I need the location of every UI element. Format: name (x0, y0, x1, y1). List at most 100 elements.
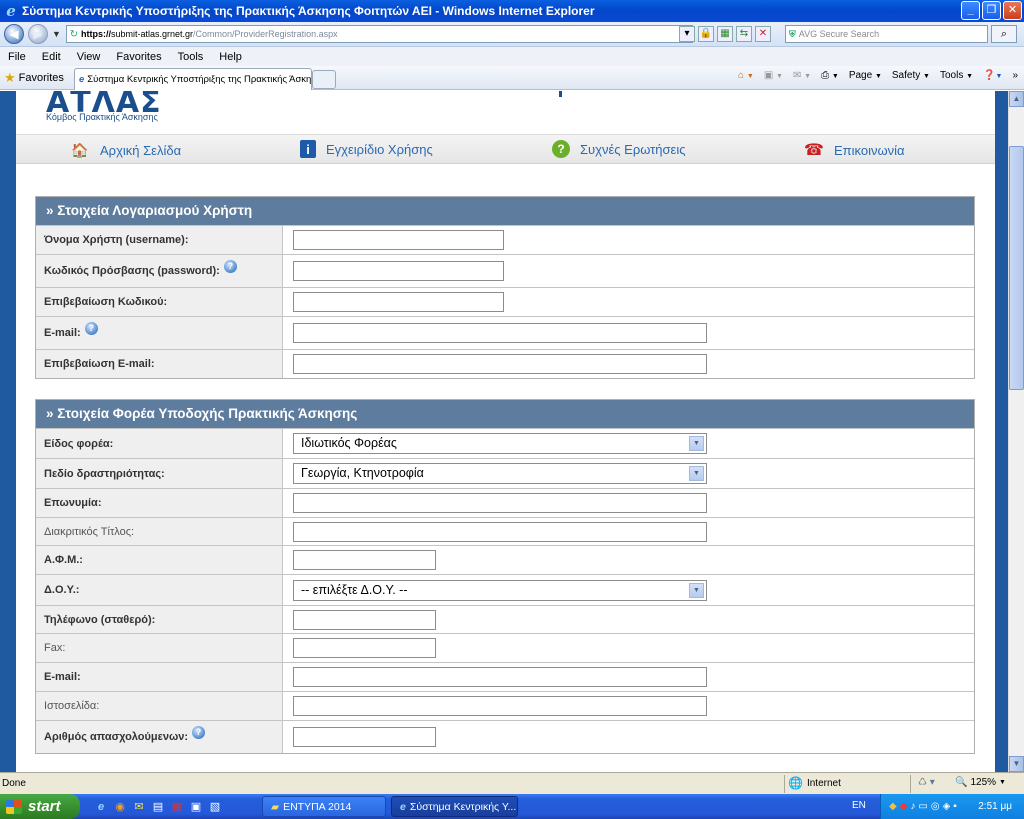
media-icon[interactable]: ▣ (189, 800, 203, 814)
distinctive-title-label: Διακριτικός Τίτλος: (36, 518, 283, 545)
feeds-icon[interactable]: ▣ ▼ (764, 70, 783, 81)
globe-icon: 🌐 (788, 776, 803, 790)
tray-icon-2[interactable]: ◆ (900, 801, 908, 812)
folder-icon: ▰ (271, 800, 280, 813)
browser-tab[interactable]: e Σύστημα Κεντρικής Υποστήριξης της Πρακ… (74, 68, 312, 90)
menu-help[interactable]: Help (219, 51, 242, 63)
phone-input[interactable] (293, 609, 436, 630)
task-folder-label: ΕΝΤΥΠΑ 2014 (283, 800, 352, 813)
clock[interactable]: 2:51 μμ (978, 801, 1012, 812)
network-icon[interactable]: ▭ (918, 801, 927, 812)
zoom-control[interactable]: 🔍 125% ▼ (955, 777, 1006, 788)
start-button[interactable]: start (0, 794, 80, 819)
explorer-icon[interactable]: ▧ (208, 800, 222, 814)
menu-tools[interactable]: Tools (178, 51, 204, 63)
task-folder[interactable]: ▰ ΕΝΤΥΠΑ 2014 (262, 796, 386, 817)
restore-button[interactable]: ❐ (982, 1, 1001, 20)
lock-icon[interactable]: 🔒 (698, 26, 714, 42)
password-help-icon[interactable]: ? (223, 259, 237, 273)
employees-label: Αριθμός απασχολούμενων: (44, 731, 189, 743)
language-indicator[interactable]: EN (852, 800, 866, 811)
tray-icon-4[interactable]: ▪ (953, 801, 957, 812)
doy-label: Δ.Ο.Υ.: (36, 575, 283, 605)
safety-menu[interactable]: Safety ▼ (892, 70, 930, 81)
firefox-icon[interactable]: ◉ (113, 800, 127, 814)
page-menu-label: Page (848, 70, 873, 81)
provider-email-input[interactable] (293, 667, 707, 687)
task-browser[interactable]: e Σύστημα Κεντρικής Υ... (391, 796, 518, 817)
employees-input[interactable] (293, 727, 436, 747)
activity-field-select[interactable]: Γεωργία, Κτηνοτροφία ▼ (293, 463, 707, 484)
refresh-icon[interactable]: ⇆ (736, 26, 752, 42)
url-field[interactable]: ↻ https:// submit-atlas.grnet.gr /Common… (66, 25, 693, 43)
ie-quicklaunch-icon[interactable]: e (94, 800, 108, 814)
username-input[interactable] (293, 230, 504, 250)
security-zone[interactable]: 🌐 Internet (788, 776, 841, 790)
nav-faq-label: Συχνές Ερωτήσεις (580, 141, 686, 157)
protected-mode-icon[interactable]: ♺ ▾ (918, 777, 935, 788)
help-icon[interactable]: ❓▼ (983, 70, 1002, 81)
toolbar-overflow-icon[interactable]: » (1012, 70, 1018, 81)
print-icon[interactable]: ⎙ ▼ (821, 70, 839, 81)
tray-icon-1[interactable]: ◆ (889, 801, 897, 812)
menu-file[interactable]: File (8, 51, 26, 63)
flag-icon[interactable]: ▦ (170, 800, 184, 814)
email-label: E-mail: (44, 327, 81, 339)
nav-manual[interactable]: i Εγχειρίδιο Χρήσης (300, 140, 433, 158)
stop-icon[interactable]: ✕ (755, 26, 771, 42)
menu-favorites[interactable]: Favorites (116, 51, 161, 63)
confirm-email-input[interactable] (293, 354, 707, 374)
favorites-button[interactable]: ★ Favorites (4, 70, 64, 86)
close-button[interactable]: ✕ (1003, 1, 1022, 20)
fax-input[interactable] (293, 638, 436, 658)
scroll-down-button[interactable]: ▼ (1009, 756, 1024, 772)
outlook-icon[interactable]: ✉ (132, 800, 146, 814)
home-cmd-icon[interactable]: ⌂ ▼ (738, 70, 754, 81)
scroll-up-button[interactable]: ▲ (1009, 91, 1024, 107)
scroll-thumb[interactable] (1009, 146, 1024, 390)
faq-icon: ? (552, 140, 570, 158)
email-input[interactable] (293, 323, 707, 343)
history-dropdown-icon[interactable]: ▼ (52, 29, 61, 39)
company-name-input[interactable] (293, 493, 707, 513)
email-help-icon[interactable]: ? (84, 321, 98, 335)
avg-icon: ⛨ (789, 28, 796, 39)
volume-icon[interactable]: ♪ (910, 801, 915, 812)
website-input[interactable] (293, 696, 707, 716)
url-dropdown-icon[interactable]: ▾ (679, 26, 695, 42)
tray-icon-3[interactable]: ◈ (943, 801, 951, 812)
menu-view[interactable]: View (77, 51, 101, 63)
tools-menu[interactable]: Tools ▼ (940, 70, 973, 81)
nav-contact[interactable]: ☎ Επικοινωνία (804, 140, 905, 160)
new-tab-button[interactable] (312, 70, 336, 89)
camera-icon[interactable]: ◎ (931, 801, 940, 812)
mail-icon[interactable]: ✉ ▼ (793, 70, 811, 81)
minimize-button[interactable]: _ (961, 1, 980, 20)
provider-type-select[interactable]: Ιδιωτικός Φορέας ▼ (293, 433, 707, 454)
menu-edit[interactable]: Edit (42, 51, 61, 63)
page-content: ΑΤΛΑΣ Κόμβος Πρακτικής Άσκησης 🏠 Αρχική … (16, 91, 995, 772)
nav-faq[interactable]: ? Συχνές Ερωτήσεις (552, 140, 686, 158)
search-input[interactable]: ⛨ AVG Secure Search (785, 25, 988, 43)
form-row: E-mail: (36, 662, 974, 691)
back-button[interactable]: ◀ (4, 24, 24, 44)
confirm-password-input[interactable] (293, 292, 504, 312)
form-row: E-mail: ? (36, 316, 974, 349)
password-input[interactable] (293, 261, 504, 281)
provider-section: » Στοιχεία Φορέα Υποδοχής Πρακτικής Άσκη… (35, 399, 975, 754)
provider-type-value: Ιδιωτικός Φορέας (301, 436, 397, 450)
distinctive-title-input[interactable] (293, 521, 707, 542)
form-row: Δ.Ο.Υ.: -- επιλέξτε Δ.Ο.Υ. -- ▼ (36, 574, 974, 605)
compat-view-icon[interactable]: ▦ (717, 26, 733, 42)
forward-button[interactable]: ▶ (28, 24, 48, 44)
desktop-icon[interactable]: ▤ (151, 800, 165, 814)
page-menu[interactable]: Page ▼ (849, 70, 882, 81)
afm-input[interactable] (293, 550, 436, 570)
employees-help-icon[interactable]: ? (192, 725, 206, 739)
form-row: Πεδίο δραστηριότητας: Γεωργία, Κτηνοτροφ… (36, 458, 974, 488)
safety-menu-label: Safety (891, 70, 921, 81)
search-button[interactable]: ⌕ (991, 25, 1017, 43)
nav-home[interactable]: 🏠 Αρχική Σελίδα (70, 140, 181, 160)
doy-select[interactable]: -- επιλέξτε Δ.Ο.Υ. -- ▼ (293, 579, 707, 601)
vertical-scrollbar[interactable]: ▲ ▼ (1008, 91, 1024, 772)
